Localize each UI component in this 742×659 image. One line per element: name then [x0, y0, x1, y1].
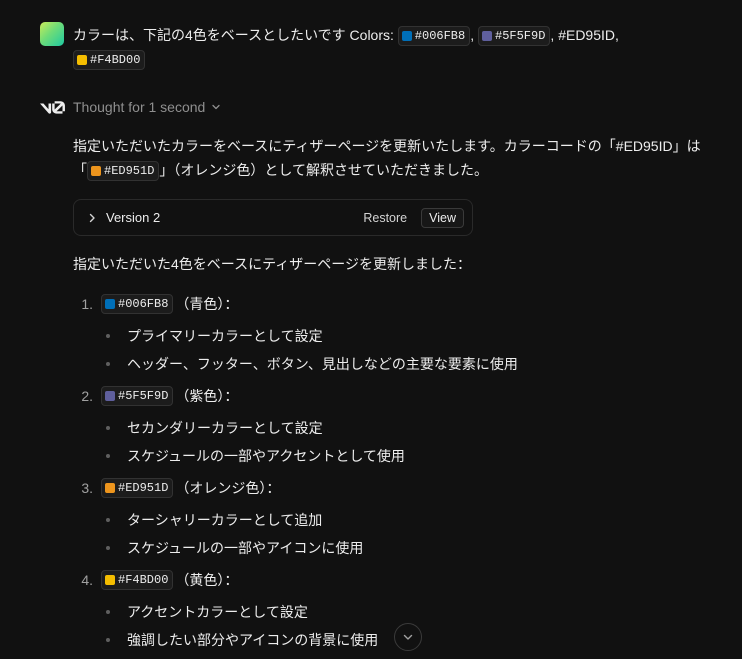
user-avatar: [40, 22, 64, 46]
color-swatch: [105, 391, 115, 401]
list-number: 2.: [81, 388, 93, 404]
view-button[interactable]: View: [421, 207, 464, 228]
assistant-intro-text: 」（オレンジ色）として解釈させていただきました。: [159, 162, 489, 178]
bullet-item: ヘッダー、フッター、ボタン、見出しなどの主要な要素に使用: [73, 352, 693, 376]
bullet-item: 強調したい部分やアイコンの背景に使用: [73, 628, 693, 652]
user-message-text: カラーは、下記の4色をベースとしたいです Colors:: [73, 27, 398, 43]
color-chip: #5F5F9D: [101, 386, 174, 406]
bullet-text: ヘッダー、フッター、ボタン、見出しなどの主要な要素に使用: [127, 356, 518, 372]
bullet-text: 強調したい部分やアイコンの背景に使用: [127, 632, 379, 648]
color-list-item: 1. #006FB8 （青色）： プライマリーカラーとして設定 ヘッダー、フッタ…: [73, 292, 693, 376]
bullet-item: プライマリーカラーとして設定: [73, 324, 693, 348]
user-message-line: カラーは、下記の4色をベースとしたいです Colors: #006FB8, #5…: [73, 23, 728, 47]
bullet-list: プライマリーカラーとして設定 ヘッダー、フッター、ボタン、見出しなどの主要な要素…: [73, 324, 693, 376]
bullet-item: スケジュールの一部やアイコンに使用: [73, 536, 693, 560]
color-code: #006FB8: [118, 297, 169, 311]
version-actions: Restore View: [363, 207, 464, 228]
chevron-down-icon: [212, 104, 220, 110]
color-swatch: [105, 483, 115, 493]
open-bracket: 「: [73, 162, 87, 178]
chat-thread: カラーは、下記の4色をベースとしたいです Colors: #006FB8, #5…: [0, 0, 742, 659]
color-chip: #F4BD00: [101, 570, 174, 590]
bullet-item: スケジュールの一部やアクセントとして使用: [73, 444, 693, 468]
bullet-dot: [106, 610, 110, 614]
bullet-dot: [106, 546, 110, 550]
list-number: 1.: [81, 296, 93, 312]
color-list-item: 4. #F4BD00 （黄色）： アクセントカラーとして設定 強調したい部分やア…: [73, 568, 693, 652]
chevron-right-icon[interactable]: [86, 212, 98, 224]
user-message-text: , #ED95ID,: [550, 27, 619, 43]
color-chip: #006FB8: [397, 26, 471, 47]
color-item-heading: 4. #F4BD00 （黄色）：: [73, 568, 693, 592]
color-code: #ED951D: [104, 164, 155, 179]
color-code: #5F5F9D: [118, 389, 169, 403]
bullet-text: ターシャリーカラーとして追加: [127, 512, 323, 528]
color-chip: #5F5F9D: [478, 26, 551, 47]
bullet-list: アクセントカラーとして設定 強調したい部分やアイコンの背景に使用: [73, 600, 693, 652]
bullet-list: ターシャリーカラーとして追加 スケジュールの一部やアイコンに使用: [73, 508, 693, 560]
color-item-heading: 2. #5F5F9D （紫色）：: [73, 384, 693, 408]
list-number: 3.: [81, 480, 93, 496]
color-code: #5F5F9D: [495, 29, 546, 44]
assistant-summary: 指定いただいた4色をベースにティザーページを更新しました：: [73, 256, 471, 272]
bullet-item: ターシャリーカラーとして追加: [73, 508, 693, 532]
color-list-item: 3. #ED951D （オレンジ色）： ターシャリーカラーとして追加 スケジュー…: [73, 476, 693, 560]
color-code: #F4BD00: [90, 53, 141, 68]
color-list-item: 2. #5F5F9D （紫色）： セカンダリーカラーとして設定 スケジュールの一…: [73, 384, 693, 468]
color-name: （青色）：: [175, 296, 239, 312]
bullet-text: アクセントカラーとして設定: [127, 604, 308, 620]
color-swatch: [482, 31, 492, 42]
user-message: カラーは、下記の4色をベースとしたいです Colors: #006FB8, #5…: [73, 23, 728, 71]
color-code: #F4BD00: [118, 573, 169, 587]
bullet-text: スケジュールの一部やアイコンに使用: [127, 540, 364, 556]
color-chip: #006FB8: [101, 294, 174, 314]
bullet-item: セカンダリーカラーとして設定: [73, 416, 693, 440]
color-item-heading: 3. #ED951D （オレンジ色）：: [73, 476, 693, 500]
color-swatch: [105, 299, 115, 309]
separator-text: ,: [470, 27, 478, 43]
bullet-dot: [106, 454, 110, 458]
color-chip: #ED951D: [87, 161, 160, 182]
bullet-dot: [106, 426, 110, 430]
bullet-dot: [106, 362, 110, 366]
version-title: Version 2: [106, 210, 161, 225]
assistant-intro: 指定いただいたカラーをベースにティザーページを更新いたします。カラーコードの「#…: [73, 134, 728, 182]
bullet-item: アクセントカラーとして設定: [73, 600, 693, 624]
bullet-list: セカンダリーカラーとして設定 スケジュールの一部やアクセントとして使用: [73, 416, 693, 468]
bullet-dot: [106, 334, 110, 338]
restore-button[interactable]: Restore: [363, 211, 407, 225]
assistant-intro-line: 指定いただいたカラーをベースにティザーページを更新いたします。カラーコードの「#…: [73, 138, 701, 154]
version-card[interactable]: Version 2 Restore View: [73, 199, 473, 236]
color-chip: #F4BD00: [73, 50, 146, 71]
color-name: （オレンジ色）：: [175, 480, 281, 496]
thought-toggle[interactable]: Thought for 1 second: [73, 95, 221, 119]
chevron-down-icon: [403, 634, 413, 640]
bullet-text: プライマリーカラーとして設定: [127, 328, 323, 344]
assistant-intro-line: 「 #ED951D 」（オレンジ色）として解釈させていただきました。: [73, 158, 728, 182]
v0-logo: [40, 101, 65, 114]
color-name: （黄色）：: [175, 572, 239, 588]
color-swatch: [91, 166, 101, 177]
color-swatch: [401, 31, 412, 42]
color-code: #006FB8: [414, 29, 466, 44]
bullet-dot: [106, 638, 110, 642]
color-list: 1. #006FB8 （青色）： プライマリーカラーとして設定 ヘッダー、フッタ…: [73, 292, 693, 652]
color-swatch: [105, 575, 115, 585]
bullet-text: セカンダリーカラーとして設定: [127, 420, 323, 436]
bullet-text: スケジュールの一部やアクセントとして使用: [127, 448, 405, 464]
thought-label: Thought for 1 second: [73, 99, 206, 115]
user-message-line: #F4BD00: [73, 47, 728, 71]
scroll-to-bottom-button[interactable]: [394, 623, 422, 651]
color-chip: #ED951D: [101, 478, 174, 498]
list-number: 4.: [81, 572, 93, 588]
color-swatch: [77, 55, 87, 66]
color-code: #ED951D: [118, 481, 169, 495]
bullet-dot: [106, 518, 110, 522]
color-name: （紫色）：: [175, 388, 239, 404]
color-item-heading: 1. #006FB8 （青色）：: [73, 292, 693, 316]
